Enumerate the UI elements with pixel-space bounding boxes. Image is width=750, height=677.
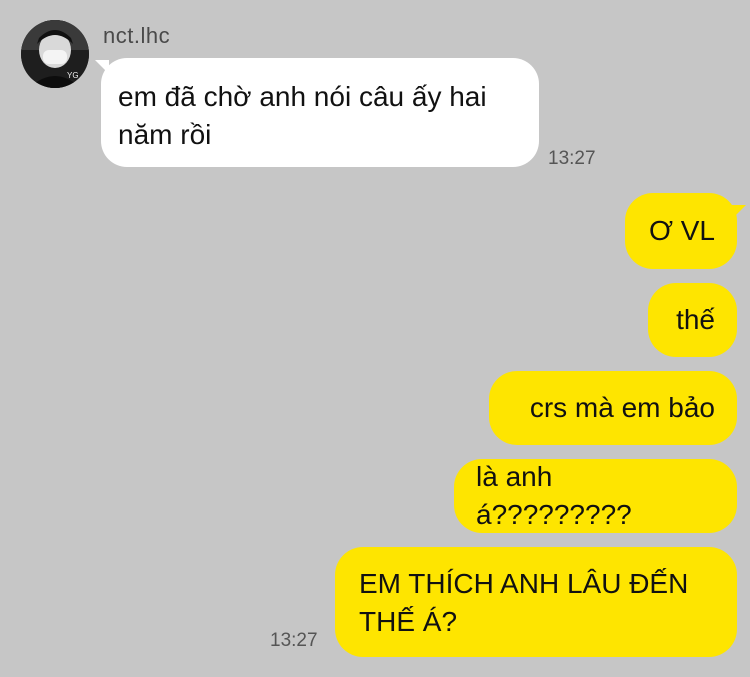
- outgoing-message-text: là anh á?????????: [476, 461, 632, 530]
- outgoing-message-bubble[interactable]: crs mà em bảo: [489, 371, 737, 445]
- outgoing-message-bubble[interactable]: thế: [648, 283, 737, 357]
- outgoing-message-text: crs mà em bảo: [529, 392, 715, 423]
- svg-text:YG: YG: [67, 71, 79, 80]
- incoming-message-text: em đã chờ anh nói câu ấy hai năm rồi: [118, 81, 487, 150]
- incoming-message-bubble[interactable]: em đã chờ anh nói câu ấy hai năm rồi: [101, 58, 539, 167]
- outgoing-message-bubble[interactable]: EM THÍCH ANH LÂU ĐẾN THẾ Á?: [335, 547, 737, 657]
- profile-photo-icon: YG: [21, 20, 89, 88]
- outgoing-message-bubble[interactable]: Ơ VL: [625, 193, 737, 269]
- outgoing-message-text: thế: [676, 304, 715, 335]
- outgoing-message-bubble[interactable]: là anh á?????????: [454, 459, 737, 533]
- incoming-message-time: 13:27: [548, 148, 596, 169]
- outgoing-message-text: EM THÍCH ANH LÂU ĐẾN THẾ Á?: [359, 568, 689, 637]
- sender-name: nct.lhc: [103, 23, 171, 48]
- outgoing-message-time: 13:27: [270, 630, 318, 651]
- avatar[interactable]: YG: [21, 20, 89, 88]
- outgoing-message-text: Ơ VL: [648, 215, 715, 246]
